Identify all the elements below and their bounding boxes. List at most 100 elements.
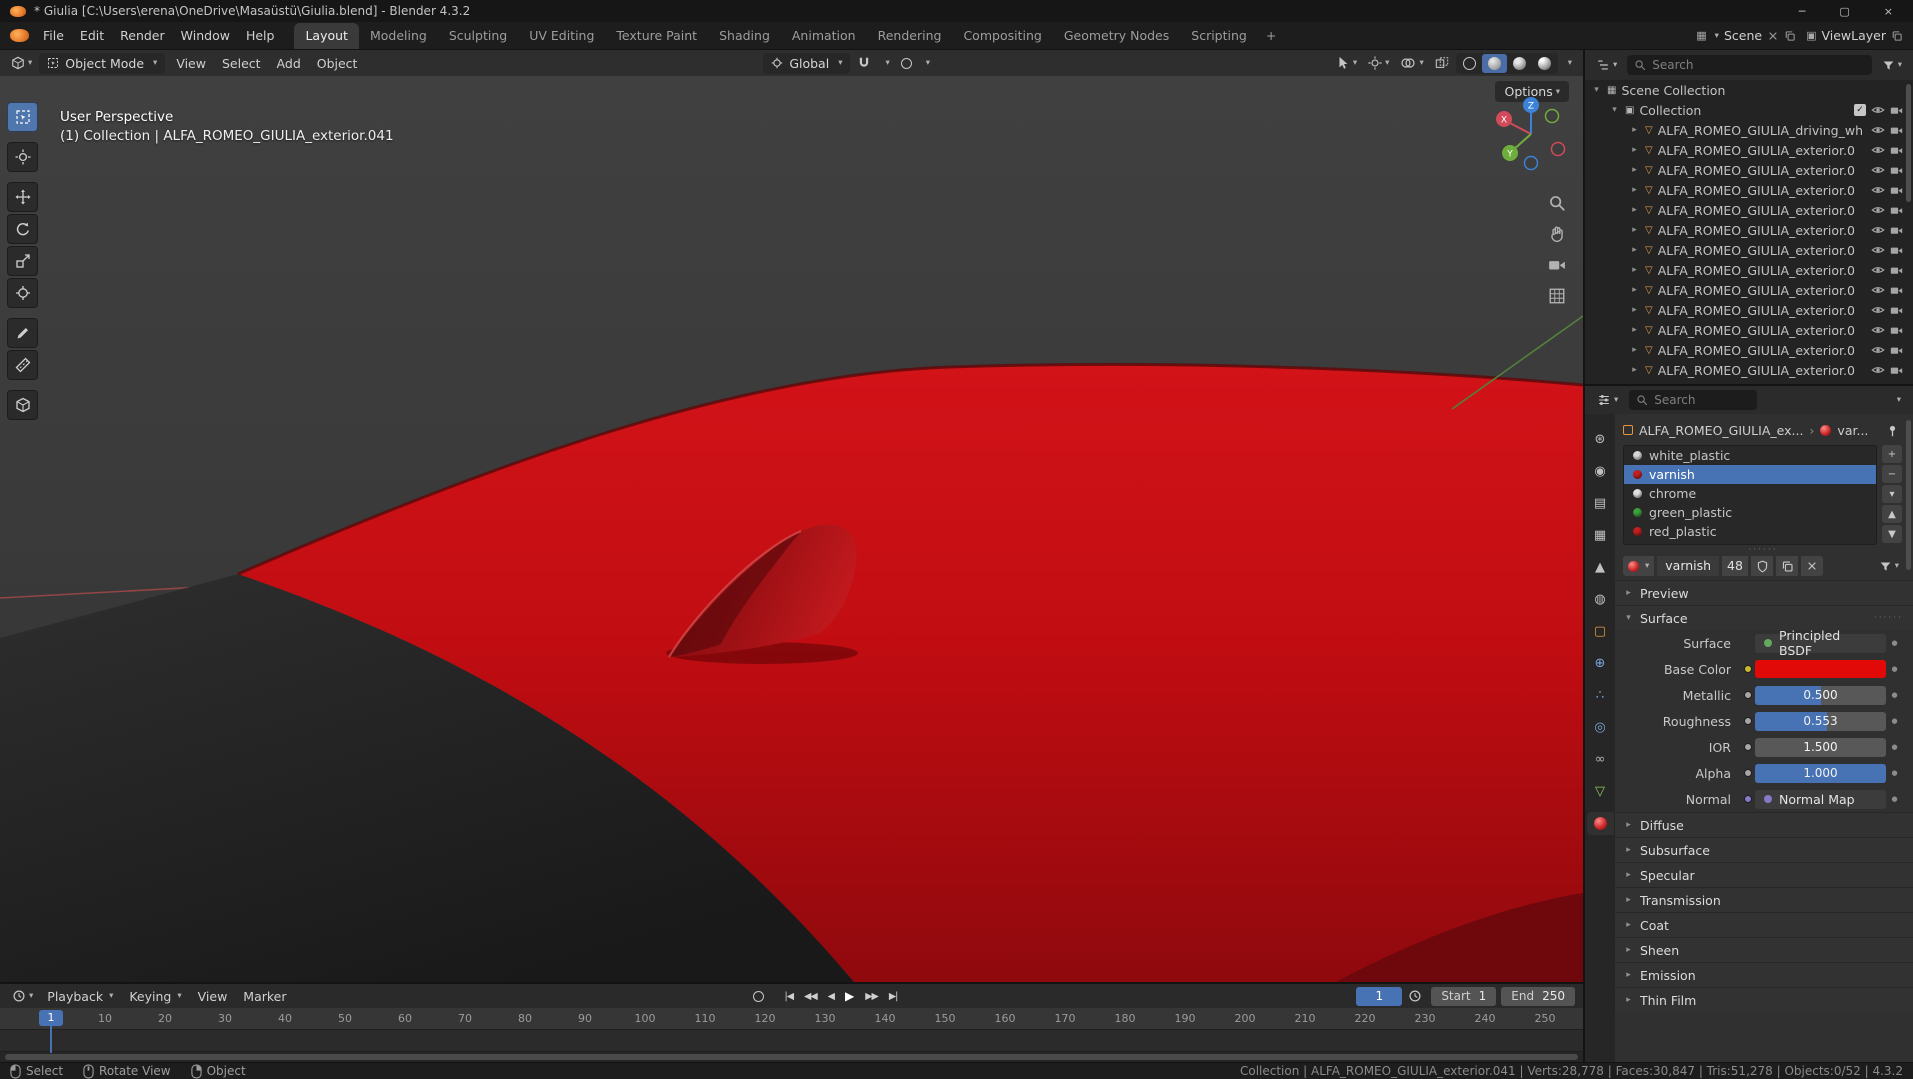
pin-id-button[interactable] bbox=[1882, 422, 1903, 439]
material-slot-white_plastic[interactable]: white_plastic bbox=[1624, 446, 1876, 465]
playhead[interactable] bbox=[50, 1023, 52, 1053]
camera-visibility-toggle[interactable] bbox=[1890, 264, 1903, 277]
browse-material-button[interactable]: ▾ bbox=[1623, 556, 1655, 576]
previous-keyframe-button[interactable]: ◀◀ bbox=[799, 989, 822, 1004]
disclosure-icon[interactable]: ▸ bbox=[1629, 165, 1640, 175]
viewport-menu-add[interactable]: Add bbox=[269, 52, 309, 75]
play-reverse-button[interactable]: ◀ bbox=[823, 989, 839, 1004]
camera-visibility-toggle[interactable] bbox=[1890, 184, 1903, 197]
hide-eye-toggle[interactable] bbox=[1871, 203, 1885, 217]
panel-surface[interactable]: ▾ Surface ······ bbox=[1615, 605, 1913, 630]
properties-tab-modifiers[interactable]: ⊕ bbox=[1587, 652, 1614, 675]
workspace-tab-scripting[interactable]: Scripting bbox=[1180, 23, 1258, 49]
auto-keying-toggle[interactable] bbox=[749, 989, 768, 1004]
hide-eye-toggle[interactable] bbox=[1871, 303, 1885, 317]
jump-to-start-button[interactable]: |◀ bbox=[780, 989, 799, 1004]
workspace-tab-sculpting[interactable]: Sculpting bbox=[438, 23, 518, 49]
new-material-button[interactable] bbox=[1776, 556, 1798, 576]
timeline-menu-marker[interactable]: Marker bbox=[235, 985, 294, 1008]
viewport-3d[interactable]: User Perspective (1) Collection | ALFA_R… bbox=[0, 76, 1583, 982]
toggle-projection-icon[interactable] bbox=[1548, 287, 1567, 306]
decorator-dot[interactable]: ● bbox=[1886, 769, 1903, 777]
panel-emission[interactable]: ▸ Emission bbox=[1615, 962, 1913, 987]
item-label[interactable]: ALFA_ROMEO_GIULIA_exterior.0 bbox=[1658, 343, 1866, 358]
disclosure-icon[interactable]: ▸ bbox=[1629, 265, 1640, 275]
properties-tab-object-data[interactable]: ▽ bbox=[1587, 780, 1614, 803]
proportional-edit-toggle[interactable] bbox=[897, 56, 916, 71]
gizmo-z-negative[interactable] bbox=[1523, 155, 1539, 171]
camera-visibility-toggle[interactable] bbox=[1890, 164, 1903, 177]
item-label[interactable]: ALFA_ROMEO_GIULIA_exterior.0 bbox=[1658, 363, 1866, 378]
alpha-field[interactable]: 1.000 bbox=[1755, 763, 1886, 783]
tool-transform[interactable] bbox=[7, 278, 38, 308]
properties-tab-view-layer[interactable]: ▦ bbox=[1587, 524, 1614, 547]
next-keyframe-button[interactable]: ▶▶ bbox=[860, 989, 883, 1004]
camera-visibility-toggle[interactable] bbox=[1890, 204, 1903, 217]
item-label[interactable]: ALFA_ROMEO_GIULIA_exterior.0 bbox=[1658, 323, 1866, 338]
gizmo-x-negative[interactable] bbox=[1550, 141, 1566, 157]
tool-scale[interactable] bbox=[7, 246, 38, 276]
outliner-search[interactable]: Search bbox=[1627, 55, 1872, 75]
item-label[interactable]: ALFA_ROMEO_GIULIA_exterior.0 bbox=[1658, 203, 1866, 218]
frame-start-field[interactable]: Start 1 bbox=[1431, 986, 1497, 1006]
gizmo-y-negative[interactable] bbox=[1544, 108, 1560, 124]
menu-help[interactable]: Help bbox=[238, 24, 283, 47]
workspace-tab-uv-editing[interactable]: UV Editing bbox=[518, 23, 605, 49]
item-label[interactable]: ALFA_ROMEO_GIULIA_exterior.0 bbox=[1658, 143, 1866, 158]
shading-solid-button[interactable] bbox=[1481, 53, 1507, 73]
disclosure-icon[interactable]: ▸ bbox=[1629, 345, 1640, 355]
navigation-gizmo[interactable]: Z X Y bbox=[1487, 92, 1573, 178]
material-slot-green_plastic[interactable]: green_plastic bbox=[1624, 503, 1876, 522]
gizmos-dropdown[interactable]: ▾ bbox=[1364, 54, 1393, 72]
outliner-filter-button[interactable]: ▾ bbox=[1878, 57, 1906, 74]
fake-user-toggle[interactable] bbox=[1751, 556, 1773, 576]
mode-select[interactable]: Object Mode ▾ bbox=[39, 52, 166, 74]
material-name-field[interactable]: varnish bbox=[1657, 556, 1719, 576]
outliner-row-object[interactable]: ▸ ▽ ALFA_ROMEO_GIULIA_exterior.0 bbox=[1585, 220, 1913, 240]
workspace-tab-modeling[interactable]: Modeling bbox=[359, 23, 438, 49]
camera-visibility-toggle[interactable] bbox=[1890, 104, 1903, 117]
properties-editor-icon[interactable]: ▾ bbox=[1593, 391, 1622, 409]
properties-tab-physics[interactable]: ◎ bbox=[1587, 716, 1614, 739]
panel-thin-film[interactable]: ▸ Thin Film bbox=[1615, 987, 1913, 1012]
hide-eye-toggle[interactable] bbox=[1871, 143, 1885, 157]
panel-preview[interactable]: ▸ Preview bbox=[1615, 580, 1913, 605]
hide-eye-toggle[interactable] bbox=[1871, 103, 1885, 117]
disclosure-icon[interactable]: ▸ bbox=[1629, 145, 1640, 155]
camera-visibility-toggle[interactable] bbox=[1890, 304, 1903, 317]
properties-tab-object[interactable]: ▢ bbox=[1587, 620, 1614, 643]
selectability-dropdown[interactable]: ▾ bbox=[1332, 54, 1361, 72]
decorator-dot[interactable]: ● bbox=[1886, 717, 1903, 725]
item-label[interactable]: ALFA_ROMEO_GIULIA_driving_wh bbox=[1658, 123, 1866, 138]
overlays-dropdown[interactable]: ▾ bbox=[1396, 53, 1427, 73]
playhead-frame-badge[interactable]: 1 bbox=[39, 1010, 63, 1026]
camera-visibility-toggle[interactable] bbox=[1890, 144, 1903, 157]
properties-search[interactable]: Search bbox=[1629, 390, 1758, 410]
timeline-ruler[interactable]: 10 20 30 40 50 60 70 80 90 100 110 120 130 140 150 160 1… bbox=[0, 1008, 1583, 1030]
hide-eye-toggle[interactable] bbox=[1871, 343, 1885, 357]
properties-scrollbar[interactable] bbox=[1906, 420, 1911, 570]
slot-move-down-button[interactable]: ▼ bbox=[1882, 525, 1902, 543]
decorator-dot[interactable]: ● bbox=[1886, 691, 1903, 699]
camera-visibility-toggle[interactable] bbox=[1890, 124, 1903, 137]
shading-dropdown[interactable]: ▾ bbox=[1561, 56, 1576, 70]
material-users-count[interactable]: 48 bbox=[1722, 556, 1748, 576]
surface-field[interactable]: Principled BSDF bbox=[1755, 628, 1886, 658]
workspace-tab-geometry-nodes[interactable]: Geometry Nodes bbox=[1053, 23, 1180, 49]
outliner-row-object[interactable]: ▸ ▽ ALFA_ROMEO_GIULIA_exterior.0 bbox=[1585, 200, 1913, 220]
close-button[interactable]: × bbox=[1884, 5, 1893, 18]
camera-visibility-toggle[interactable] bbox=[1890, 364, 1903, 377]
hide-eye-toggle[interactable] bbox=[1871, 263, 1885, 277]
editor-type-button[interactable]: ▾ bbox=[7, 54, 36, 72]
menu-window[interactable]: Window bbox=[173, 24, 238, 47]
panel-transmission[interactable]: ▸ Transmission bbox=[1615, 887, 1913, 912]
viewport-menu-select[interactable]: Select bbox=[214, 52, 269, 75]
disclosure-icon[interactable]: ▾ bbox=[1609, 105, 1620, 115]
properties-tab-tool[interactable]: ⊛ bbox=[1587, 428, 1614, 451]
outliner-row-object[interactable]: ▸ ▽ ALFA_ROMEO_GIULIA_exterior.0 bbox=[1585, 360, 1913, 380]
timeline[interactable]: 10 20 30 40 50 60 70 80 90 100 110 120 130 140 150 160 1… bbox=[0, 1008, 1583, 1062]
workspace-tab-animation[interactable]: Animation bbox=[781, 23, 867, 49]
add-material-slot-button[interactable]: + bbox=[1882, 445, 1902, 463]
normal-field[interactable]: Normal Map bbox=[1755, 789, 1886, 809]
outliner-row-object[interactable]: ▸ ▽ ALFA_ROMEO_GIULIA_exterior.0 bbox=[1585, 280, 1913, 300]
